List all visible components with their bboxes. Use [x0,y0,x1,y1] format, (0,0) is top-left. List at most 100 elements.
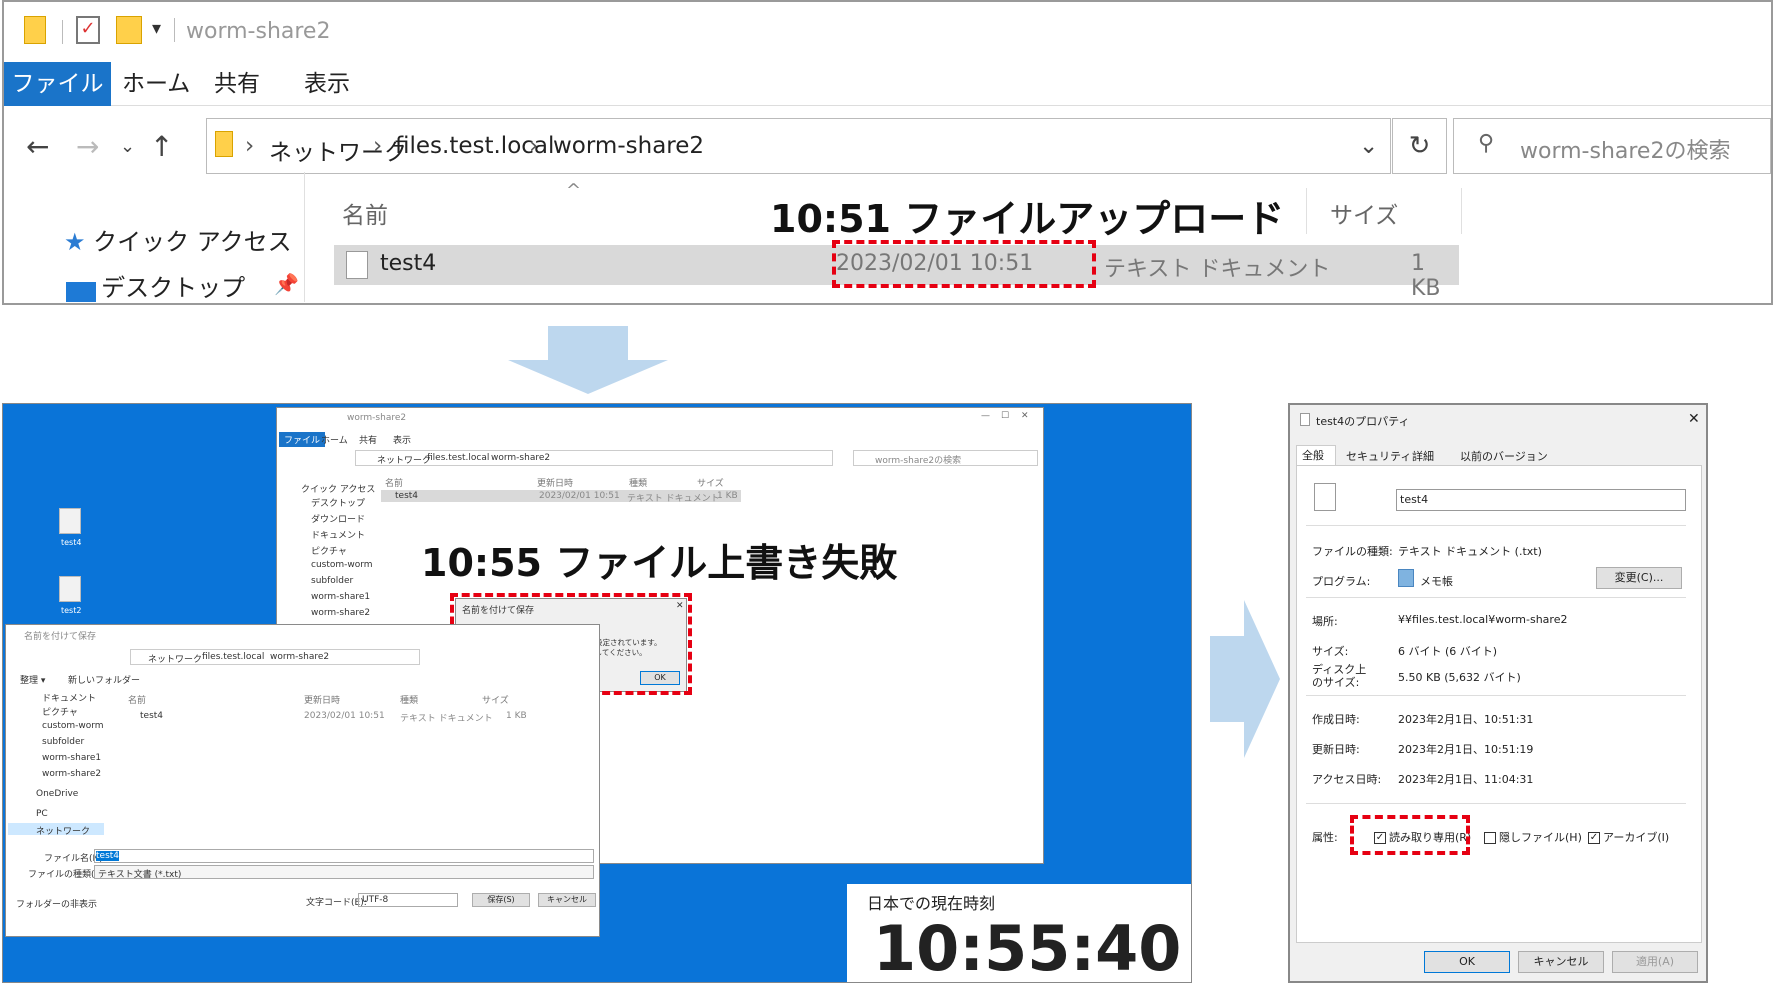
column-type[interactable]: 種類 [400,693,418,706]
accessed-value: 2023年2月1日、11:04:31 [1398,773,1534,786]
desktop-file-icon[interactable] [59,508,81,534]
tab-security[interactable]: セキュリティ [1346,448,1411,464]
forward-arrow-icon[interactable]: → [76,130,99,163]
nav-custom-worm[interactable]: custom-worm [42,721,104,731]
breadcrumb-share[interactable]: worm-share2 [270,652,329,662]
search-box[interactable]: ⚲ worm-share2の検索 [1453,118,1771,174]
clock-widget: 日本での現在時刻 10:55:40 [847,884,1191,982]
tab-home[interactable]: ホーム [321,433,348,446]
breadcrumb-network[interactable]: ネットワーク [269,133,407,167]
window-title: worm-share2 [347,413,407,423]
breadcrumb-network[interactable]: ネットワーク [377,453,431,466]
search-icon: ⚲ [1478,131,1495,156]
column-type[interactable]: 種類 [629,476,647,489]
save-button[interactable]: 保存(S) [472,893,530,907]
column-date[interactable]: 更新日時 [537,476,573,489]
breadcrumb-server[interactable]: files.test.local [202,652,264,662]
filename-input[interactable] [94,849,594,863]
nav-quick-access[interactable]: クイック アクセス [301,482,375,495]
pin-icon[interactable]: 📌 [274,272,299,296]
tab-previous-versions[interactable]: 以前のバージョン [1460,448,1548,464]
close-icon[interactable]: ✕ [1021,411,1029,421]
nav-desktop[interactable]: デスクトップ [311,496,365,509]
change-program-button[interactable]: 変更(C)... [1596,567,1682,589]
tab-details[interactable]: 詳細 [1412,448,1434,464]
hidden-checkbox[interactable]: 隠しファイル(H) [1484,829,1582,845]
nav-pc[interactable]: PC [36,809,48,819]
filename-input[interactable] [1396,489,1686,511]
right-arrow-icon [1210,600,1280,758]
nav-onedrive[interactable]: OneDrive [36,789,78,799]
archive-checkbox[interactable]: ✓ アーカイブ(I) [1588,829,1669,845]
nav-subfolder[interactable]: subfolder [311,576,353,586]
ok-button[interactable]: OK [1424,951,1510,973]
nav-worm-share1[interactable]: worm-share1 [311,592,370,602]
created-label: 作成日時: [1312,713,1360,726]
cancel-button[interactable]: キャンセル [1518,951,1604,973]
nav-pictures[interactable]: ピクチャ [42,705,78,718]
cancel-button[interactable]: キャンセル [538,893,596,907]
address-bar[interactable]: › ネットワーク › files.test.local › worm-share… [206,118,1391,174]
hide-folders-toggle[interactable]: フォルダーの非表示 [16,897,97,910]
apply-button[interactable]: 適用(A) [1612,951,1698,973]
text-file-icon [1300,413,1310,426]
qat-dropdown-icon[interactable]: ▾ [152,18,161,39]
refresh-button[interactable]: ↻ [1392,118,1447,174]
column-size[interactable]: サイズ [1330,196,1398,230]
tab-share[interactable]: 共有 [359,433,377,446]
readonly-highlight [1350,815,1470,855]
breadcrumb-share[interactable]: worm-share2 [553,133,704,159]
chevron-right-icon: › [373,133,383,159]
filename-value[interactable]: test4 [96,851,120,861]
column-name[interactable]: 名前 [342,196,388,230]
column-name[interactable]: 名前 [128,693,146,706]
new-folder-icon[interactable] [116,16,142,44]
nav-documents[interactable]: ドキュメント [311,528,365,541]
tab-file[interactable]: ファイル [4,62,111,106]
new-folder-button[interactable]: 新しいフォルダー [68,673,140,686]
modified-value: 2023年2月1日、10:51:19 [1398,743,1534,756]
desktop-item[interactable]: デスクトップ [66,268,245,303]
breadcrumb-server[interactable]: files.test.local [427,453,489,463]
tab-view[interactable]: 表示 [304,62,350,106]
nav-worm-share2[interactable]: worm-share2 [311,608,370,618]
column-date[interactable]: 更新日時 [304,693,340,706]
filetype-value: テキスト文書 (*.txt) [98,870,182,880]
minimize-icon[interactable]: — [981,411,990,421]
checkbox-unchecked-icon [1484,832,1496,844]
tab-home[interactable]: ホーム [122,62,190,106]
up-arrow-icon[interactable]: ↑ [150,130,173,163]
filename-value[interactable]: test4 [1400,493,1428,506]
breadcrumb-network[interactable]: ネットワーク [148,652,202,665]
chevron-down-icon[interactable]: ⌄ [1359,133,1378,159]
nav-worm-share1[interactable]: worm-share1 [42,753,101,763]
back-arrow-icon[interactable]: ← [26,130,49,163]
properties-icon[interactable]: ✓ [76,16,100,44]
nav-pictures[interactable]: ピクチャ [311,544,347,557]
recent-dropdown-icon[interactable]: ⌄ [120,136,135,157]
nav-network[interactable]: ネットワーク [36,824,90,837]
desktop-file-icon[interactable] [59,576,81,602]
maximize-icon[interactable]: ☐ [1001,411,1009,421]
quick-access-item[interactable]: ★ クイック アクセス [64,222,292,257]
nav-downloads[interactable]: ダウンロード [311,512,365,525]
nav-subfolder[interactable]: subfolder [42,737,84,747]
breadcrumb-share[interactable]: worm-share2 [491,453,550,463]
column-name[interactable]: 名前 [385,476,403,489]
window-title: worm-share2 [186,19,331,44]
chevron-right-icon: › [529,133,539,159]
desktop-icon-label: test4 [61,538,82,547]
file-date: 2023/02/01 10:51 [304,711,385,721]
organize-menu[interactable]: 整理 ▾ [20,673,45,686]
location-value: ¥¥files.test.local¥worm-share2 [1398,613,1568,626]
tab-share[interactable]: 共有 [214,62,260,106]
tab-view[interactable]: 表示 [393,433,411,446]
nav-documents[interactable]: ドキュメント [42,691,96,704]
column-size[interactable]: サイズ [697,476,724,489]
close-icon[interactable]: ✕ [1688,411,1700,427]
file-name[interactable]: test4 [140,711,163,721]
column-size[interactable]: サイズ [482,693,509,706]
nav-custom-worm[interactable]: custom-worm [311,560,373,570]
tab-file[interactable]: ファイル [279,432,326,447]
nav-worm-share2[interactable]: worm-share2 [42,769,101,779]
